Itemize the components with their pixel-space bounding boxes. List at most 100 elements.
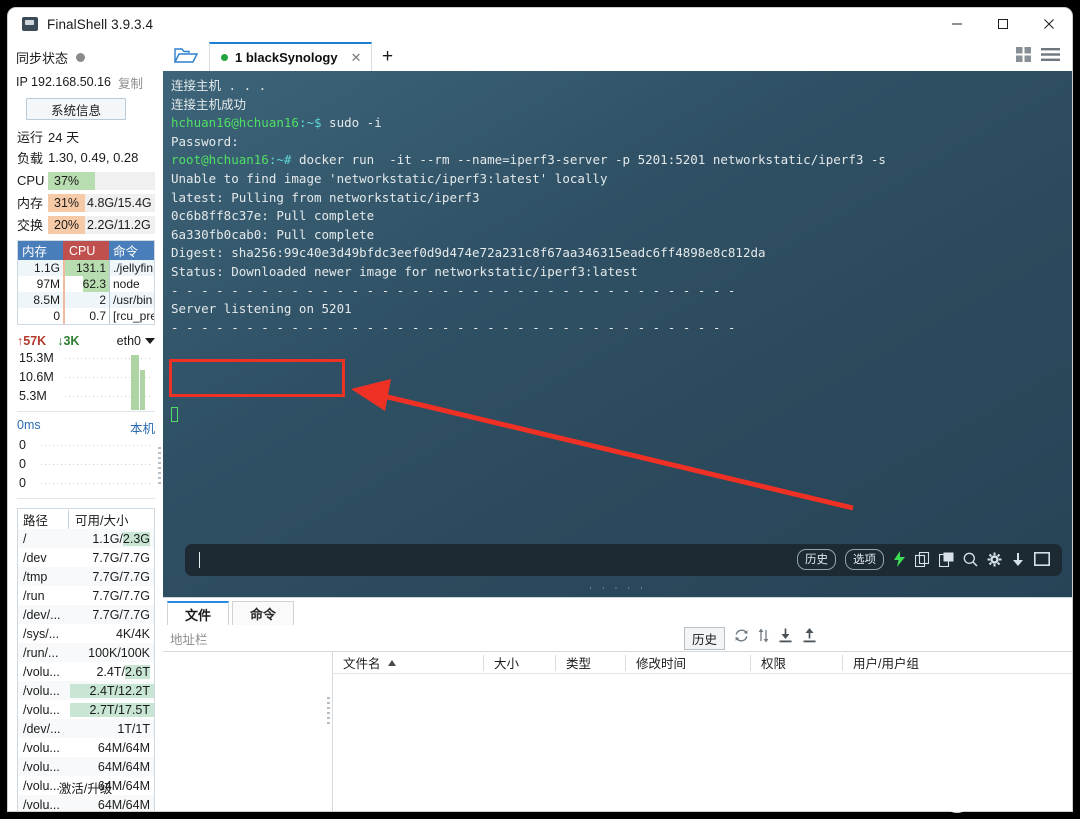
disk-row[interactable]: /dev/... 1T/1T [18, 719, 154, 738]
disk-row[interactable]: /run/... 100K/100K [18, 643, 154, 662]
lat-axis-2: 0 [19, 457, 26, 471]
process-row[interactable]: 97M 62.3 node [18, 276, 154, 292]
paste-icon[interactable] [939, 552, 954, 567]
list-view-icon[interactable] [1041, 46, 1060, 68]
download-icon[interactable] [778, 628, 793, 648]
disk-path: /run/... [23, 645, 59, 660]
process-row[interactable]: 0 0.7 [rcu_pre [18, 308, 154, 324]
file-column-header[interactable]: 修改时间 [625, 654, 750, 671]
file-column-header[interactable]: 类型 [555, 654, 625, 671]
file-column-label: 修改时间 [636, 657, 687, 671]
resource-meters: CPU 37% 内存 31% 4.8G/15.4G 交换 20% 2.2G/11.2G [8, 171, 163, 234]
file-column-label: 类型 [566, 657, 592, 671]
disk-row[interactable]: /volu... 2.7T/17.5T [18, 700, 154, 719]
maximize-button[interactable] [980, 8, 1026, 40]
process-cpu: 0.7 [63, 308, 109, 324]
terminal-line: Password: [171, 133, 239, 149]
finalshell-window: FinalShell 3.9.3.4 同步状态 IP 192.168.50.16… [8, 8, 1072, 811]
disk-path: /sys/... [23, 626, 60, 641]
disk-row[interactable]: /volu... 2.4T/2.6T [18, 662, 154, 681]
copy-ip-button[interactable]: 复制 [118, 73, 143, 92]
process-row[interactable]: 8.5M 2/usr/bin [18, 292, 154, 308]
disk-path: /volu... [23, 664, 60, 679]
disk-row[interactable]: /volu... 64M/64M [18, 757, 154, 776]
file-column-header[interactable]: 权限 [750, 654, 842, 671]
latency-scrollbar[interactable] [158, 447, 161, 485]
disk-size: 2.4T/2.6T [96, 664, 150, 679]
search-icon[interactable] [963, 552, 978, 567]
latency-header: 0ms 本机 [17, 418, 155, 437]
col-path[interactable]: 路径 [18, 510, 68, 529]
file-list[interactable]: 文件名 大小 类型 修改时间 权限 用户/用户组 [333, 652, 1072, 811]
upload-icon[interactable] [802, 628, 817, 648]
minimize-button[interactable] [934, 8, 980, 40]
sort-icon[interactable] [758, 628, 769, 648]
gear-icon[interactable] [987, 552, 1002, 567]
file-column-header[interactable]: 用户/用户组 [842, 654, 962, 671]
net-axis-2: 10.6M [19, 370, 54, 384]
new-tab-button[interactable]: + [372, 42, 404, 71]
download-icon[interactable] [1011, 552, 1025, 567]
disk-row[interactable]: /sys/... 4K/4K [18, 624, 154, 643]
system-info-button[interactable]: 系统信息 [26, 98, 126, 120]
disk-row[interactable]: /dev/... 7.7G/7.7G [18, 605, 154, 624]
refresh-icon[interactable] [734, 628, 749, 648]
file-column-header[interactable]: 大小 [483, 654, 555, 671]
col-cpu[interactable]: CPU [63, 241, 109, 260]
terminal-pane[interactable]: 连接主机 . . . 连接主机成功 hchuan16@hchuan16:~$ sud… [163, 71, 1072, 597]
tab-commands[interactable]: 命令 [232, 601, 295, 625]
network-interface-select[interactable]: eth0 [117, 334, 155, 348]
uptime-key: 运行 [17, 130, 44, 145]
terminal-line: 连接主机 . . . [171, 78, 267, 93]
latency-graph: 0 0 0 [17, 437, 161, 499]
view-controls [1015, 46, 1072, 71]
col-size[interactable]: 可用/大小 [68, 509, 154, 529]
col-mem[interactable]: 内存 [18, 241, 63, 260]
disk-size: 64M/64M [97, 797, 150, 812]
close-button[interactable] [1026, 8, 1072, 40]
disk-row[interactable]: /volu... 2.4T/12.2T [18, 681, 154, 700]
process-mem: 97M [36, 277, 60, 291]
process-cpu: 2 [63, 292, 109, 308]
grid-view-icon[interactable] [1015, 46, 1032, 68]
bolt-icon[interactable] [893, 551, 906, 567]
disk-size: 7.7G/7.7G [92, 550, 150, 565]
ip-row: IP 192.168.50.16 复制 [8, 70, 163, 94]
file-column-header[interactable]: 文件名 [333, 655, 483, 671]
disk-row[interactable]: / 1.1G/2.3G [18, 529, 154, 548]
network-bar [131, 355, 139, 410]
copy-icon[interactable] [915, 551, 930, 567]
disk-path: /volu... [23, 740, 60, 755]
process-row[interactable]: 1.1G 131.1 ./jellyfin [18, 260, 154, 276]
file-tree-scrollbar[interactable] [327, 697, 330, 725]
terminal-cursor [171, 407, 178, 422]
activate-upgrade-link[interactable]: 激活/升级 [8, 778, 163, 797]
file-tree[interactable] [163, 652, 333, 811]
disk-row[interactable]: /dev 7.7G/7.7G [18, 548, 154, 567]
address-input[interactable]: 地址栏 [163, 629, 208, 648]
col-cmd[interactable]: 命令 [109, 241, 154, 260]
disk-row[interactable]: /volu... 64M/64M [18, 738, 154, 757]
tab-close-icon[interactable]: ✕ [351, 50, 362, 66]
file-column-label: 文件名 [343, 657, 381, 671]
disk-row[interactable]: /tmp 7.7G/7.7G [18, 567, 154, 586]
terminal-line: hchuan16@hchuan16:~$ sudo -i [171, 115, 382, 131]
disk-row[interactable]: /run 7.7G/7.7G [18, 586, 154, 605]
window-icon[interactable] [1034, 552, 1050, 566]
terminal-history-button[interactable]: 历史 [797, 548, 836, 570]
process-cmd: [rcu_pre [109, 308, 154, 324]
disk-row[interactable]: /volu... 64M/64M [18, 795, 154, 811]
file-history-button[interactable]: 历史 [683, 626, 725, 650]
folder-open-icon[interactable] [163, 40, 209, 71]
terminal-tab[interactable]: 1 blackSynology ✕ [209, 42, 372, 71]
window-title: FinalShell 3.9.3.4 [47, 16, 154, 32]
latency-target[interactable]: 本机 [130, 418, 155, 437]
process-mem: 0 [53, 309, 60, 323]
command-caret [199, 552, 200, 568]
disk-path: /tmp [23, 569, 48, 584]
disk-table-header: 路径 可用/大小 [18, 509, 154, 529]
pane-splitter[interactable]: · · · · · [163, 582, 1072, 594]
disk-path: /dev/... [23, 607, 61, 622]
terminal-options-button[interactable]: 选项 [845, 548, 884, 570]
tab-files[interactable]: 文件 [167, 601, 230, 625]
